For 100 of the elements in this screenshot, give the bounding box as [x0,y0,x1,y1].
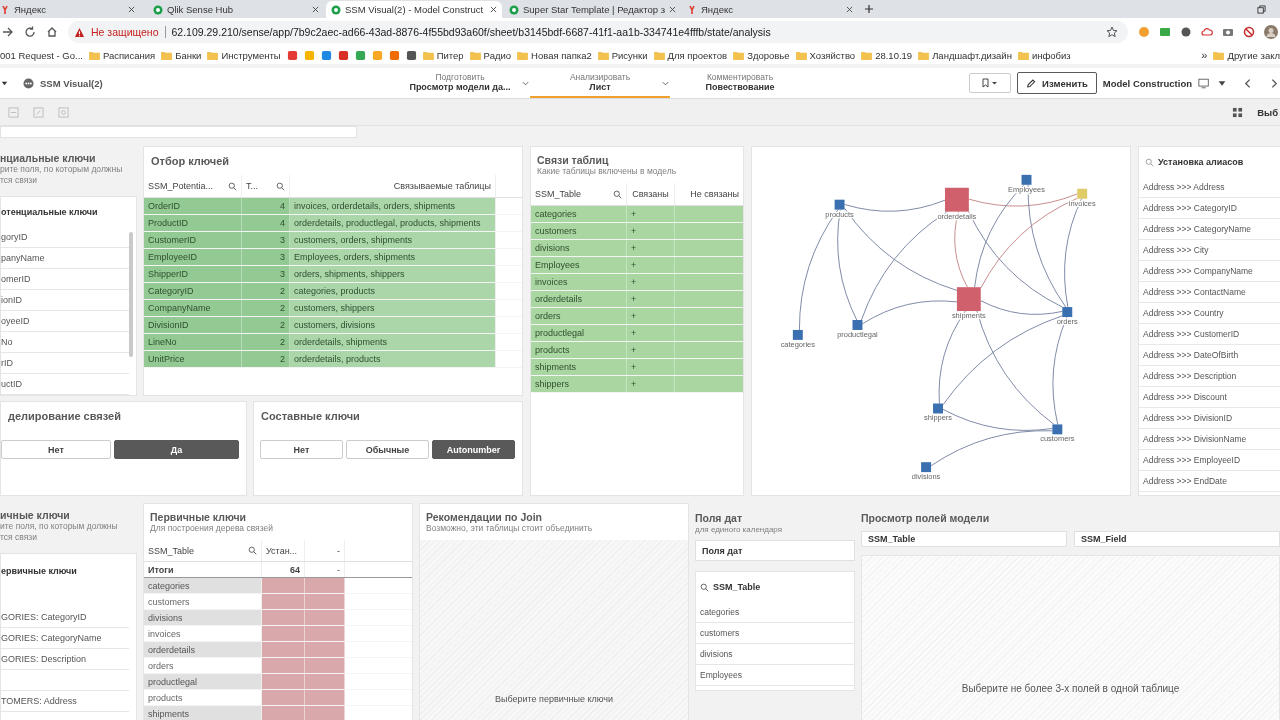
restore-icon[interactable] [1257,5,1266,14]
extension-icon[interactable] [1180,26,1192,38]
search-icon[interactable] [1145,157,1154,167]
close-icon[interactable] [669,6,677,13]
filter-field[interactable]: SSM_Field [1074,531,1280,547]
browser-tab[interactable]: Яндекс [0,1,140,18]
extension-icon[interactable] [1159,26,1171,38]
column-header[interactable]: Связываемые таблицы [290,175,496,197]
list-item[interactable]: GORIES: Description [1,649,129,670]
close-icon[interactable] [128,6,135,13]
more-bookmarks-button[interactable]: » [1201,49,1208,61]
selections-label[interactable]: Выб [1257,106,1278,118]
table-cell[interactable]: customers [531,223,627,239]
list-item[interactable]: customers [696,623,854,644]
table-node[interactable] [1021,174,1032,185]
list-item[interactable]: Address >>> Discount [1139,387,1280,408]
bookmark[interactable]: Хозяйство [795,49,856,61]
list-item[interactable]: divisions [696,644,854,665]
table-cell[interactable]: productlegal [531,325,627,341]
table-node[interactable] [921,462,932,473]
blocked-icon[interactable] [1243,26,1255,38]
edit-button[interactable]: Изменить [1016,72,1097,94]
table-cell[interactable]: categories [531,206,627,222]
table-cell[interactable]: divisions [144,610,262,625]
table-cell[interactable]: UnitPrice [144,351,242,367]
table-cell[interactable]: CategoryID [144,283,242,299]
column-header[interactable]: - [305,540,345,561]
list-item[interactable]: uctID [1,374,129,395]
browser-tab[interactable]: Super Star Template | Редактор з [504,1,680,18]
list-item[interactable]: Address >>> Description [1139,366,1280,387]
search-icon[interactable] [248,546,257,555]
table-cell[interactable]: productlegal [144,674,262,689]
bookmark[interactable]: Для проектов [653,49,728,61]
table-node[interactable] [834,199,845,210]
table-node[interactable] [1052,424,1063,435]
camera-icon[interactable] [1222,26,1234,38]
table-cell[interactable]: ProductID [144,215,242,231]
table-cell[interactable]: orderdetails [531,291,627,307]
list-item[interactable]: Address >>> EmployeeID [1139,450,1280,471]
bookmark[interactable]: Инструменты [207,49,281,61]
table-cell[interactable]: LineNo [144,334,242,350]
search-icon[interactable] [228,181,237,191]
bookmark-icon[interactable] [320,49,332,61]
bookmark-icon[interactable] [286,49,298,61]
list-item[interactable]: Address >>> CustomerID [1139,324,1280,345]
browser-tab[interactable]: Qlik Sense Hub [148,1,324,18]
column-header[interactable]: SSM_Table [144,540,262,561]
list-item[interactable]: Address >>> Country [1139,303,1280,324]
sheet-icon[interactable] [1198,77,1210,89]
table-cell[interactable]: shipments [531,359,627,375]
table-cell[interactable]: CompanyName [144,300,242,316]
new-tab-icon[interactable] [864,4,874,14]
avatar-icon[interactable] [1264,25,1278,39]
navigation-tab[interactable]: Комментировать Повествование [670,68,810,98]
table-node[interactable] [852,320,863,330]
close-icon[interactable] [312,6,319,13]
table-cell[interactable]: OrderID [144,198,242,214]
bookmark[interactable]: инфобиз [1017,49,1071,61]
list-item[interactable]: GORIES: CategoryID [1,607,129,628]
column-header[interactable]: T... [242,175,290,197]
grid-icon[interactable] [1232,106,1244,118]
table-cell[interactable]: orderdetails [144,642,262,657]
bookmark-icon[interactable] [388,49,400,61]
sheet-title[interactable]: Model Construction [1102,77,1192,89]
column-header[interactable]: Устан... [262,540,305,561]
browser-tab[interactable]: Яндекс [682,1,858,18]
option-button[interactable]: Да [114,440,239,459]
table-node[interactable] [945,187,969,212]
table-cell[interactable]: shipments [144,706,262,720]
list-item[interactable]: goryID [1,227,129,248]
bookmark[interactable]: 28.10.19 [861,49,913,61]
column-header[interactable]: Не связаны [675,183,743,205]
bookmark[interactable]: Рисунки [597,49,648,61]
bookmark[interactable]: 001 Request - Go... [0,49,83,61]
reload-icon[interactable] [24,26,36,38]
search-icon[interactable] [700,582,709,592]
home-icon[interactable] [46,26,58,38]
list-item[interactable]: Address >>> City [1139,240,1280,261]
list-item[interactable]: Address >>> CategoryName [1139,219,1280,240]
list-item[interactable]: Address >>> ContactName [1139,282,1280,303]
table-cell[interactable]: CustomerID [144,232,242,248]
table-node[interactable] [792,329,803,340]
list-item[interactable]: rID [1,353,129,374]
list-item[interactable]: Address >>> Address [1139,177,1280,198]
table-cell[interactable]: Employees [531,257,627,273]
column-header[interactable]: SSM_Potentia... [144,175,242,197]
bookmark[interactable]: Здоровье [733,49,790,61]
table-cell[interactable]: invoices [531,274,627,290]
bookmark[interactable]: Питер [422,49,464,61]
table-cell[interactable]: EmployeeID [144,249,242,265]
table-cell[interactable]: ShipperID [144,266,242,282]
search-icon[interactable] [276,181,285,191]
list-item[interactable]: TOMERS: Address [1,691,129,712]
search-icon[interactable] [613,189,622,199]
table-cell[interactable]: divisions [531,240,627,256]
list-item[interactable]: Address >>> CompanyName [1139,261,1280,282]
list-item[interactable]: Address >>> DivisionName [1139,429,1280,450]
table-cell[interactable]: categories [144,578,262,593]
option-button[interactable]: Нет [1,440,111,459]
bookmark-icon[interactable] [405,49,417,61]
